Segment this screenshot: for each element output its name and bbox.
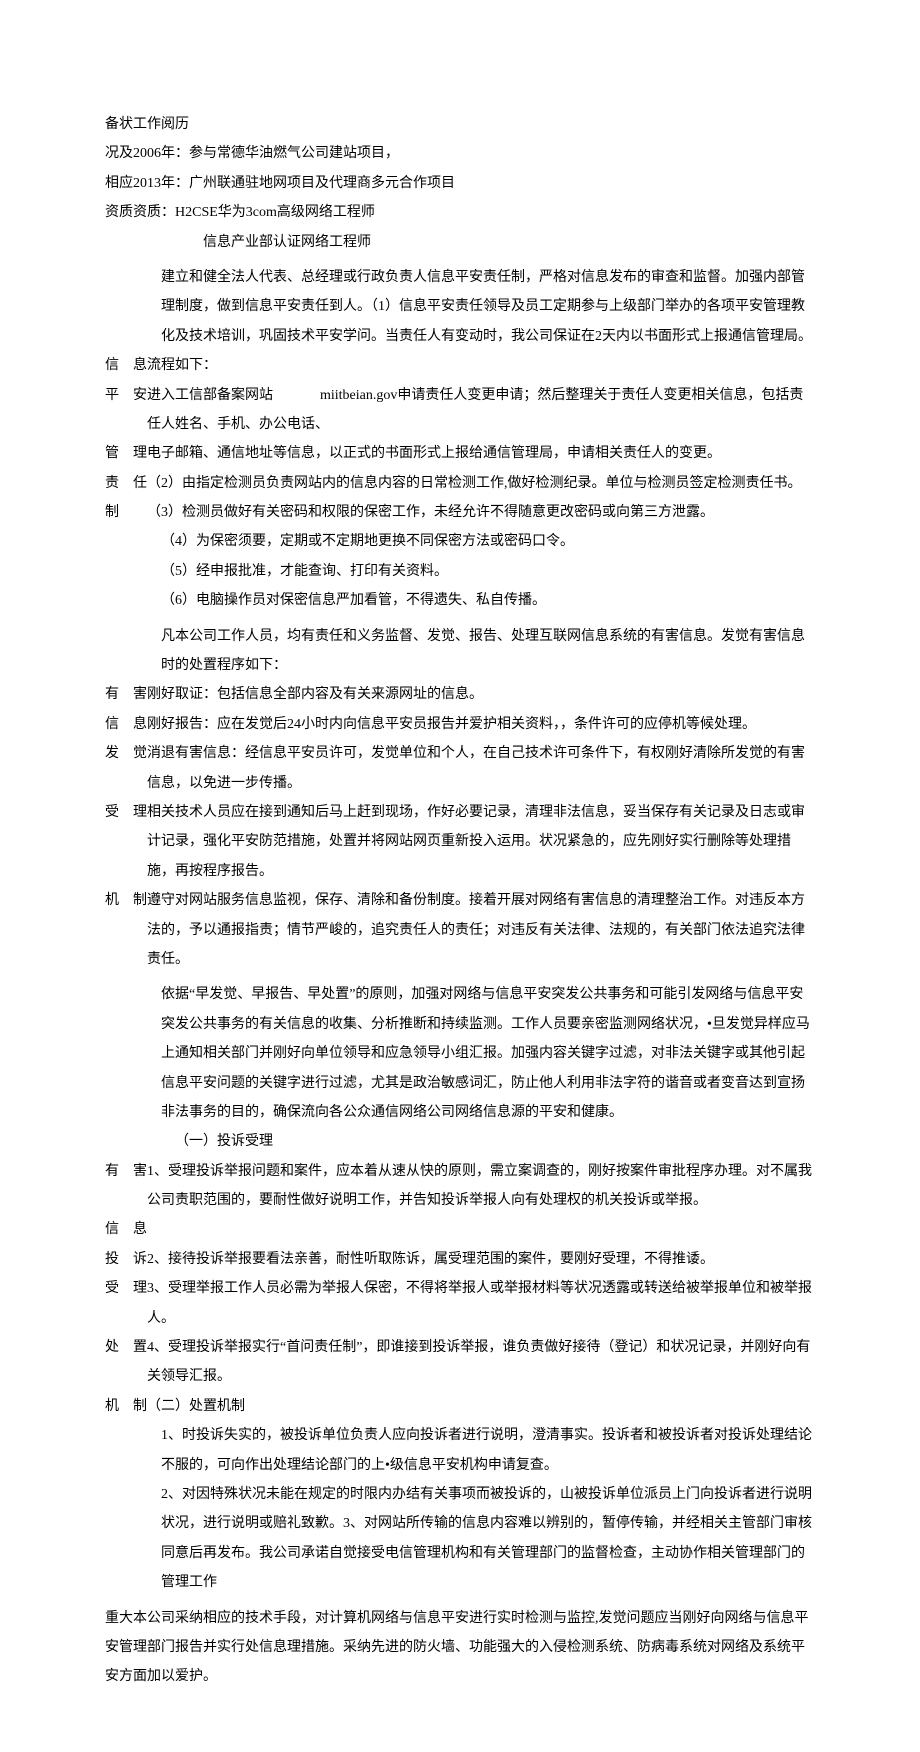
s1-p1: 建立和健全法人代表、总经理或行政负责人信息平安责任制，严格对信息发布的审查和监督… [105, 263, 815, 351]
s1-label5: 制 [105, 498, 147, 527]
s1-p6: （3）检测员做好有关密码和权限的保密工作，未经允许不得随意更改密码或向第三方泄露… [147, 498, 815, 527]
s1-label4: 责任 [105, 469, 147, 498]
s3-p4: 3、受理举报工作人员必需为举报人保密，不得将举报人或举报材料等状况透露或转送给被… [147, 1274, 815, 1333]
s1-p4: 电子邮箱、通信地址等信息，以正式的书面形式上报给通信管理局，申请相关责任人的变更… [147, 439, 815, 468]
section4: 重大本公司采纳相应的技术手段，对计算机网络与信息平安进行实时检测与监控,发觉问题… [105, 1604, 815, 1692]
header-l1-left: 备状 [105, 117, 133, 132]
s3-p5: 4、受理投诉举报实行“首问责任制”，即谁接到投诉举报，谁负责做好接待（登记）和状… [147, 1333, 815, 1392]
s1-label1: 信息 [105, 351, 147, 380]
s1-p9: （6）电脑操作员对保密信息严加看管，不得遗失、私自传播。 [105, 586, 815, 615]
header-l4-right: 资质：H2CSE华为3com高级网络工程师 [133, 205, 375, 220]
s2-p3: 刚好报告：应在发觉后24小时内向信息平安员报告并爱护相关资料，，条件许可的应停机… [147, 710, 815, 739]
s2-label5: 机制 [105, 886, 147, 915]
s4-p1: 本公司采纳相应的技术手段，对计算机网络与信息平安进行实时检测与监控,发觉问题应当… [105, 1611, 809, 1685]
section3: 依据“早发觉、早报告、早处置”的原则，加强对网络与信息平安突发公共事务和可能引发… [105, 980, 815, 1597]
s2-p4: 消退有害信息：经信息平安员许可，发觉单位和个人，在自己技术许可条件下，有权刚好清… [147, 739, 815, 798]
s2-label3: 发觉 [105, 739, 147, 768]
s1-label2: 平安 [105, 381, 147, 410]
header-l1-right: 工作阅历 [133, 117, 189, 132]
header-l2-left: 况及 [105, 146, 133, 161]
s1-label3: 管理 [105, 439, 147, 468]
s2-label4: 受理 [105, 798, 147, 827]
s3-p6: 1、时投诉失实的，被投诉单位负责人应向投诉者进行说明，澄清事实。投诉者和被投诉者… [105, 1421, 815, 1480]
s3-label5: 处置 [105, 1333, 147, 1362]
header-block: 备状工作阅历 况及2006年：参与常德华油燃气公司建站项目， 相应2013年：广… [105, 110, 815, 257]
s3-label1: 有害 [105, 1157, 147, 1186]
s3-label3: 投诉 [105, 1245, 147, 1274]
s3-label2: 信息 [105, 1215, 147, 1244]
s2-p5: 相关技术人员应在接到通知后马上赶到现场，作好必要记录，清理非法信息，妥当保存有关… [147, 798, 815, 886]
s3-p2: 1、受理投诉举报问题和案件，应本着从速从快的原则，需立案调查的，刚好按案件审批程… [147, 1164, 812, 1208]
s2-label2: 信息 [105, 710, 147, 739]
s3-sub2: （二）处置机制 [147, 1392, 815, 1421]
header-l4-left: 资质 [105, 205, 133, 220]
s2-label1: 有害 [105, 680, 147, 709]
header-l5: 信息产业部认证网络工程师 [105, 228, 815, 257]
header-l3-right: 2013年：广州联通驻地网项目及代理商多元合作项目 [133, 176, 455, 191]
s3-label4: 受理 [105, 1274, 147, 1303]
s3-p3: 2、接待投诉举报要看法亲善，耐性听取陈诉，属受理范围的案件，要刚好受理，不得推诿… [147, 1245, 815, 1274]
s2-p6: 遵守对网站服务信息监视，保存、清除和备份制度。接着开展对网络有害信息的清理整治工… [147, 886, 815, 974]
s1-p5: （2）由指定检测员负责网站内的信息内容的日常检测工作,做好检测纪录。单位与检测员… [147, 469, 815, 498]
s3-sub1: （一）投诉受理 [105, 1127, 815, 1156]
s2-p2: 刚好取证：包括信息全部内容及有关来源网址的信息。 [147, 680, 815, 709]
s1-p7: （4）为保密须要，定期或不定期地更换不同保密方法或密码口令。 [105, 527, 815, 556]
s4-label: 重大 [105, 1611, 133, 1626]
section1: 建立和健全法人代表、总经理或行政负责人信息平安责任制，严格对信息发布的审查和监督… [105, 263, 815, 616]
header-l2-right: 2006年：参与常德华油燃气公司建站项目， [133, 146, 399, 161]
s1-p3a: 进入工信部备案网站 [147, 388, 273, 403]
document-body: 备状工作阅历 况及2006年：参与常德华油燃气公司建站项目， 相应2013年：广… [105, 110, 815, 1692]
s3-label6: 机制 [105, 1392, 147, 1421]
s1-p8: （5）经申报批准，才能查询、打印有关资料。 [105, 557, 815, 586]
s3-p1: 依据“早发觉、早报告、早处置”的原则，加强对网络与信息平安突发公共事务和可能引发… [105, 980, 815, 1127]
header-l3-left: 相应 [105, 176, 133, 191]
s3-p7: 2、对因特殊状况未能在规定的时限内办结有关事项而被投诉的，山被投诉单位派员上门向… [105, 1480, 815, 1598]
section2: 凡本公司工作人员，均有责任和义务监督、发觉、报告、处理互联网信息系统的有害信息。… [105, 622, 815, 975]
s1-p2: 流程如下： [147, 351, 815, 380]
s2-p1: 凡本公司工作人员，均有责任和义务监督、发觉、报告、处理互联网信息系统的有害信息。… [105, 622, 815, 681]
